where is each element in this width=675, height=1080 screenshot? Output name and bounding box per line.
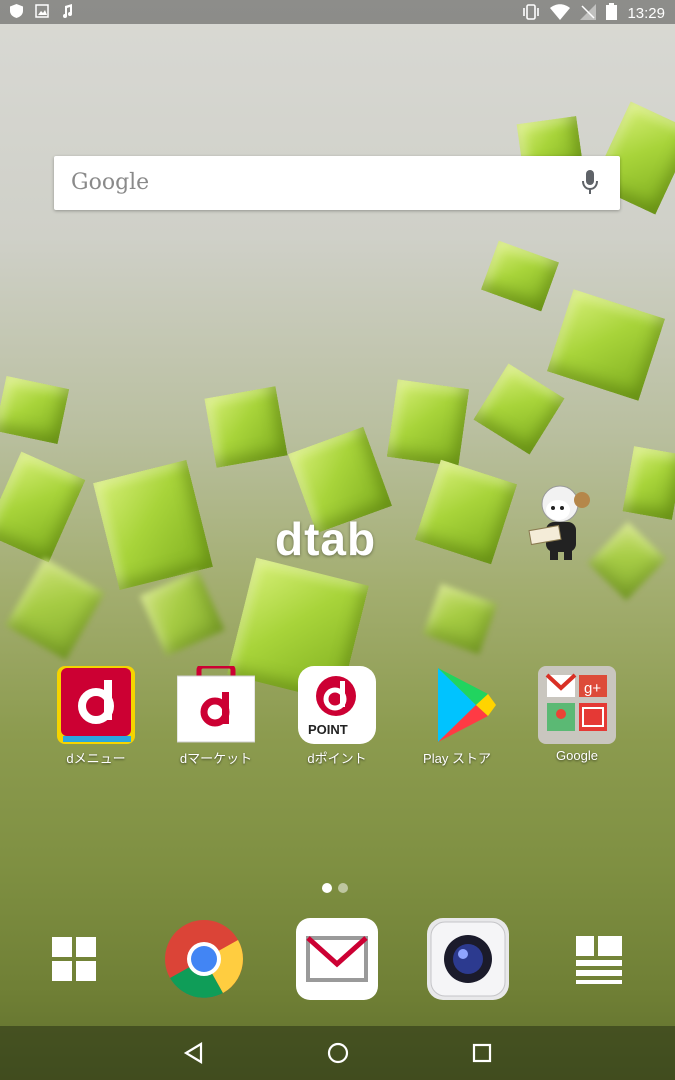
wifi-icon xyxy=(550,3,571,24)
mail-icon xyxy=(296,918,378,1000)
app-label: dメニュー xyxy=(66,751,126,766)
app-label: Play ストア xyxy=(423,751,491,766)
back-icon[interactable] xyxy=(182,1041,206,1065)
wallpaper-crystal xyxy=(5,557,105,661)
app-label: dポイント xyxy=(307,751,367,766)
app-label: dマーケット xyxy=(179,751,253,766)
dtab-logo: dtab xyxy=(275,513,377,565)
dpoint-icon: POINT xyxy=(298,666,376,744)
news-icon xyxy=(576,936,622,984)
wallpaper-crystal xyxy=(204,386,288,468)
wallpaper-crystal xyxy=(0,375,70,445)
sheep-mascot xyxy=(528,484,598,562)
page-dot-current xyxy=(322,883,332,893)
status-bar: 13:29 xyxy=(0,0,675,24)
dmarket-icon xyxy=(176,663,256,744)
wallpaper-crystal xyxy=(473,363,565,455)
dmenu-icon xyxy=(57,666,135,744)
wallpaper-crystal xyxy=(547,289,665,401)
no-signal-icon xyxy=(580,3,597,24)
page-dot xyxy=(338,883,348,893)
app-drawer-icon xyxy=(52,937,96,981)
shield-icon xyxy=(10,4,23,22)
home-icon[interactable] xyxy=(326,1041,350,1065)
google-folder-icon: g+ xyxy=(538,666,616,744)
wallpaper-crystal xyxy=(622,446,675,520)
google-search-bar[interactable]: Google xyxy=(54,156,620,210)
recents-icon[interactable] xyxy=(470,1041,494,1065)
wallpaper-crystal xyxy=(481,240,559,312)
page-indicator xyxy=(322,883,348,893)
battery-icon xyxy=(606,3,618,24)
camera-button[interactable] xyxy=(427,918,509,1000)
dpoint-badge-text: POINT xyxy=(308,722,348,737)
app-play-store[interactable]: Play ストア xyxy=(402,666,512,767)
wallpaper-crystal xyxy=(139,569,225,657)
app-dpoint[interactable]: POINT dポイント xyxy=(282,666,392,767)
wallpaper-crystal xyxy=(587,521,667,601)
wallpaper-crystal xyxy=(386,379,470,467)
app-dmarket[interactable]: dマーケット xyxy=(161,663,271,767)
google-logo: Google xyxy=(71,170,150,195)
music-icon xyxy=(61,4,73,22)
play-store-icon xyxy=(418,666,496,744)
camera-icon xyxy=(427,918,509,1000)
app-label: Google xyxy=(556,748,598,763)
mail-button[interactable] xyxy=(296,918,378,1000)
image-icon xyxy=(35,4,49,22)
app-dmenu[interactable]: dメニュー xyxy=(41,666,151,767)
wallpaper-crystal xyxy=(422,583,498,655)
mic-icon[interactable] xyxy=(582,170,598,196)
wallpaper-crystal xyxy=(414,459,518,565)
news-button[interactable] xyxy=(558,918,640,1000)
app-drawer-button[interactable] xyxy=(33,918,115,1000)
app-google-folder[interactable]: g+ Google xyxy=(522,666,632,763)
svg-text:g+: g+ xyxy=(584,680,601,697)
clock: 13:29 xyxy=(627,5,665,22)
vibrate-icon xyxy=(522,3,540,24)
chrome-icon xyxy=(165,920,243,998)
wallpaper-crystal xyxy=(0,451,86,563)
navigation-bar xyxy=(0,1026,675,1080)
chrome-button[interactable] xyxy=(163,918,245,1000)
